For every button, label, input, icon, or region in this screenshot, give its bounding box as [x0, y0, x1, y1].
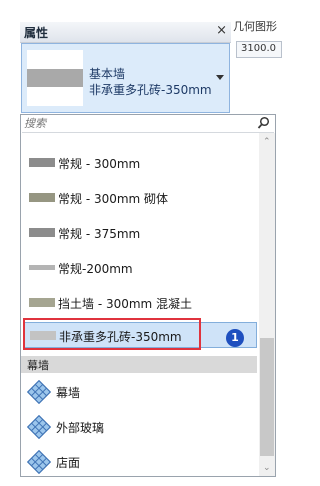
scroll-thumb[interactable]: [260, 338, 274, 456]
scroll-up-icon[interactable]: ⌃: [263, 137, 271, 147]
search-box[interactable]: [22, 116, 274, 133]
list-item-curtain-type[interactable]: 店面: [21, 447, 257, 476]
list-item-label: 常规 - 300mm: [58, 157, 141, 171]
type-dropdown-list: ⌃ ⌄ 常规 - 300mm 常规 - 300mm 砌体 常规 - 375mm …: [20, 114, 276, 477]
list-item-label: 常规 - 375mm: [58, 227, 141, 241]
wall-preview-bar: [27, 69, 83, 87]
curtain-grid-icon: [27, 415, 51, 439]
group-header-label: 幕墙: [27, 359, 49, 372]
type-family-label: 基本墙: [89, 67, 126, 81]
search-icon[interactable]: [257, 116, 270, 130]
list-item-wall-type[interactable]: 常规 - 375mm: [21, 222, 257, 244]
wall-swatch-icon: [29, 193, 55, 202]
group-header-curtain-wall: 幕墙: [21, 356, 257, 373]
list-item-curtain-type[interactable]: 幕墙: [21, 377, 257, 407]
annotation-callout-badge: 1: [226, 329, 244, 347]
geometry-value-text: 3100.0: [241, 43, 276, 54]
list-item-wall-type[interactable]: 常规 - 300mm: [21, 152, 257, 174]
list-item-wall-type[interactable]: 常规 - 300mm 砌体: [21, 187, 257, 209]
wall-swatch-icon: [29, 298, 55, 307]
close-icon[interactable]: ×: [216, 23, 227, 38]
list-item-wall-type[interactable]: 常规-200mm: [21, 257, 257, 279]
list-item-label: 常规-200mm: [58, 262, 133, 276]
wall-swatch-icon: [29, 228, 55, 237]
properties-panel-header: 属性 ×: [20, 22, 231, 43]
type-selector-dropdown[interactable]: 基本墙 非承重多孔砖-350mm: [21, 43, 230, 113]
list-item-label: 外部玻璃: [56, 421, 105, 435]
geometry-value-field[interactable]: 3100.0: [236, 41, 282, 58]
curtain-grid-icon: [27, 450, 51, 474]
panel-title: 属性: [24, 26, 49, 40]
list-item-label: 店面: [56, 456, 81, 470]
wall-swatch-icon: [29, 158, 55, 167]
list-item-label: 幕墙: [56, 386, 81, 400]
chevron-down-icon[interactable]: [216, 75, 224, 80]
geometry-panel-title-fragment: 几何图形: [233, 20, 277, 33]
list-item-label: 常规 - 300mm 砌体: [58, 192, 169, 206]
scroll-down-icon[interactable]: ⌄: [263, 463, 271, 473]
type-name-label: 非承重多孔砖-350mm: [89, 83, 212, 97]
annotation-highlight-box: [23, 318, 201, 350]
list-item-label: 挡土墙 - 300mm 混凝土: [58, 297, 193, 311]
list-item-curtain-type[interactable]: 外部玻璃: [21, 412, 257, 442]
scrollbar[interactable]: ⌃ ⌄: [259, 133, 275, 476]
curtain-grid-icon: [27, 380, 51, 404]
search-input[interactable]: [24, 116, 244, 130]
wall-swatch-icon: [29, 265, 55, 270]
type-preview-swatch: [27, 50, 83, 106]
list-item-wall-type[interactable]: 挡土墙 - 300mm 混凝土: [21, 292, 257, 314]
